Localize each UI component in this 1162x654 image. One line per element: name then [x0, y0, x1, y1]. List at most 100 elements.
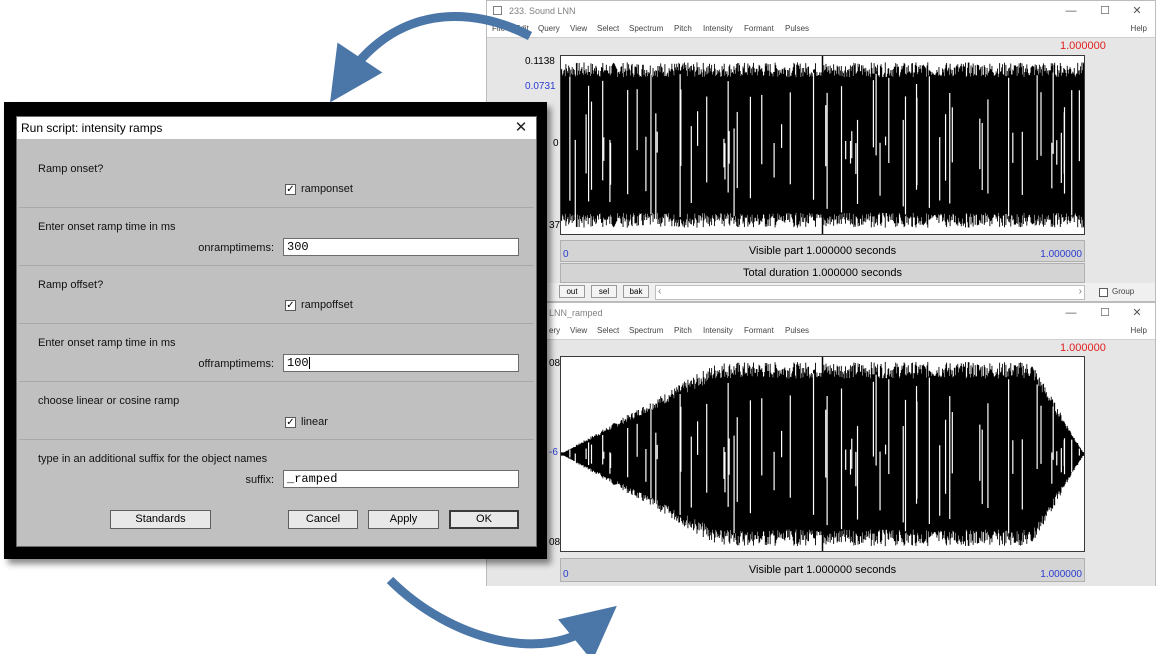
amplitude-mid-label: -6 [549, 447, 558, 458]
dialog-title-bar: Run script: intensity ramps ✕ [17, 117, 536, 139]
visible-start-label: 0 [563, 569, 569, 580]
separator [19, 265, 534, 266]
visible-part-label: Visible part 1.000000 seconds [748, 564, 897, 576]
menu-spectrum[interactable]: Spectrum [629, 24, 663, 33]
suffix-label: suffix: [245, 474, 274, 486]
visible-part-label: Visible part 1.000000 seconds [748, 245, 897, 257]
menu-query[interactable]: ery [549, 326, 560, 335]
question-ramp-onset: Ramp onset? [38, 163, 104, 175]
menu-help[interactable]: Help [1131, 326, 1147, 335]
menu-view[interactable]: View [570, 326, 587, 335]
separator [19, 323, 534, 324]
menu-intensity[interactable]: Intensity [703, 326, 733, 335]
total-duration-bar[interactable]: Total duration 1.000000 seconds [560, 263, 1085, 283]
rampoffset-label: rampoffset [301, 299, 353, 311]
visible-part-bar[interactable]: 0 Visible part 1.000000 seconds 1.000000 [560, 240, 1085, 262]
amplitude-min-label: 37 [549, 220, 561, 231]
menu-view[interactable]: View [570, 24, 587, 33]
apply-button[interactable]: Apply [368, 510, 439, 529]
menu-formant[interactable]: Formant [744, 24, 774, 33]
visible-part-bar[interactable]: 0 Visible part 1.000000 seconds 1.000000 [560, 558, 1085, 582]
menu-query[interactable]: Query [538, 24, 560, 33]
menu-pitch[interactable]: Pitch [674, 24, 692, 33]
menu-select[interactable]: Select [597, 326, 619, 335]
amplitude-min-label: 08 [549, 537, 561, 548]
menu-spectrum[interactable]: Spectrum [629, 326, 663, 335]
zoom-out-button[interactable]: out [559, 285, 585, 298]
close-button[interactable]: ✕ [1123, 305, 1151, 321]
visible-end-label: 1.000000 [1040, 249, 1082, 260]
menu-select[interactable]: Select [597, 24, 619, 33]
onramptimems-input[interactable]: 300 [283, 238, 519, 256]
visible-end-label: 1.000000 [1040, 569, 1082, 580]
minimize-button[interactable]: — [1057, 3, 1085, 19]
maximize-button[interactable]: ☐ [1091, 3, 1119, 19]
minimize-button[interactable]: — [1057, 305, 1085, 321]
offramptimems-value: 100 [287, 356, 309, 370]
zoom-to-selection-button[interactable]: sel [591, 285, 617, 298]
amplitude-cursor-label: 0.0731 [525, 81, 556, 92]
cancel-button[interactable]: Cancel [288, 510, 358, 529]
suffix-input[interactable]: _ramped [283, 470, 519, 488]
group-label: Group [1112, 287, 1135, 296]
window-icon [493, 6, 502, 15]
group-checkbox[interactable] [1099, 288, 1108, 297]
title-bar: LNN_ramped — ☐ ✕ [487, 303, 1155, 323]
linear-label: linear [301, 416, 328, 428]
dialog-body: Ramp onset? ✓ ramponset Enter onset ramp… [17, 139, 536, 546]
standards-button[interactable]: Standards [110, 510, 211, 529]
onramptimems-label: onramptimems: [198, 242, 274, 254]
menu-edit[interactable]: Edit [515, 24, 529, 33]
window-title: 233. Sound LNN [509, 6, 576, 16]
sound-area[interactable]: 1.000000 08 -6 08 0 Visible part 1.00000… [487, 339, 1155, 586]
bottom-toolbar: out sel bak ‹ › Group [487, 283, 1155, 301]
offramptimems-input[interactable]: 100 [283, 354, 519, 372]
waveform [561, 357, 1084, 551]
question-suffix: type in an additional suffix for the obj… [38, 453, 268, 465]
sound-window-bottom: LNN_ramped — ☐ ✕ ery View Select Spectru… [486, 302, 1156, 586]
close-icon[interactable]: ✕ [512, 118, 530, 136]
amplitude-zero-label: 0 [553, 138, 559, 149]
total-duration-label: Total duration 1.000000 seconds [742, 267, 902, 279]
run-script-dialog: Run script: intensity ramps ✕ Ramp onset… [16, 116, 537, 547]
question-ramp-type: choose linear or cosine ramp [38, 395, 180, 407]
maximize-button[interactable]: ☐ [1091, 305, 1119, 321]
cursor-time-label: 1.000000 [1060, 40, 1106, 52]
question-offset-time: Enter onset ramp time in ms [38, 337, 176, 349]
menu-pulses[interactable]: Pulses [785, 24, 809, 33]
sound-area[interactable]: 0.1138 0.0731 0 37 1.000000 0 Visible pa… [487, 37, 1155, 283]
menu-bar: ery View Select Spectrum Pitch Intensity… [487, 323, 1155, 339]
separator [19, 207, 534, 208]
linear-checkbox[interactable]: ✓ [285, 417, 296, 428]
scroll-left-icon[interactable]: ‹ [658, 286, 661, 297]
visible-start-label: 0 [563, 249, 569, 260]
zoom-back-button[interactable]: bak [623, 285, 649, 298]
scroll-right-icon[interactable]: › [1079, 286, 1082, 297]
sound-window-top: 233. Sound LNN — ☐ ✕ File Edit Query Vie… [486, 0, 1156, 302]
ramponset-checkbox[interactable]: ✓ [285, 184, 296, 195]
close-button[interactable]: ✕ [1123, 3, 1151, 19]
offramptimems-label: offramptimems: [198, 358, 274, 370]
separator [19, 439, 534, 440]
menu-intensity[interactable]: Intensity [703, 24, 733, 33]
question-onset-time: Enter onset ramp time in ms [38, 221, 176, 233]
menu-pulses[interactable]: Pulses [785, 326, 809, 335]
rampoffset-checkbox[interactable]: ✓ [285, 300, 296, 311]
menu-pitch[interactable]: Pitch [674, 326, 692, 335]
amplitude-max-label: 0.1138 [525, 56, 555, 67]
ok-button[interactable]: OK [449, 510, 519, 529]
menu-file[interactable]: File [492, 24, 505, 33]
question-ramp-offset: Ramp offset? [38, 279, 104, 291]
waveform [561, 56, 1084, 234]
ramponset-label: ramponset [301, 183, 353, 195]
waveform-plot[interactable] [560, 356, 1085, 552]
menu-help[interactable]: Help [1131, 24, 1147, 33]
arrow-to-result [386, 576, 617, 654]
waveform-plot[interactable] [560, 55, 1085, 235]
separator [19, 381, 534, 382]
horizontal-scrollbar[interactable]: ‹ › [655, 285, 1085, 300]
menu-formant[interactable]: Formant [744, 326, 774, 335]
window-title: LNN_ramped [549, 308, 603, 318]
title-bar: 233. Sound LNN — ☐ ✕ [487, 1, 1155, 21]
amplitude-max-label: 08 [549, 358, 561, 369]
